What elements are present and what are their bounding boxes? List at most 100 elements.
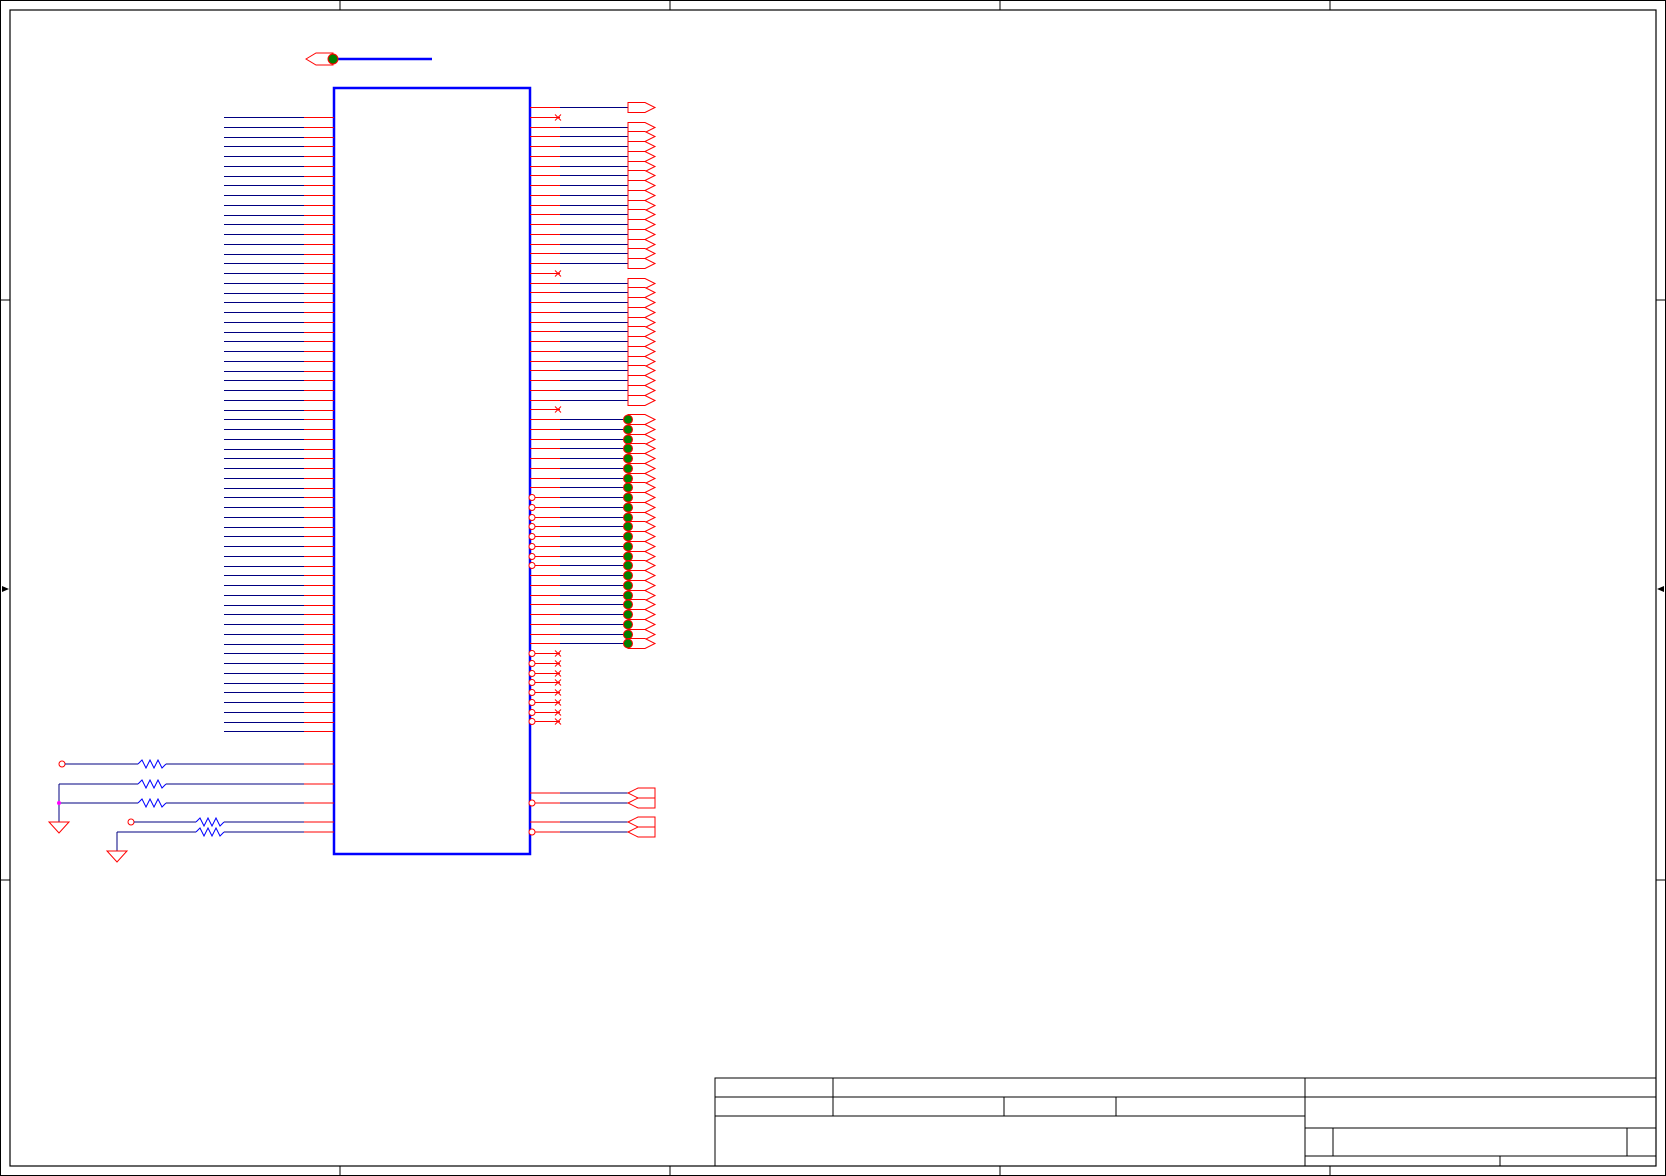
test-point-icon (623, 541, 633, 552)
right-pin (530, 170, 657, 181)
right-pin (530, 385, 657, 396)
port-icon (627, 209, 657, 220)
right-pin (530, 209, 657, 220)
right-pin (530, 336, 657, 347)
right-pin (530, 190, 657, 201)
right-pin (530, 570, 657, 581)
port-icon (627, 365, 657, 376)
test-point-icon (623, 570, 633, 581)
port-icon (627, 346, 657, 357)
no-connect-icon (530, 270, 562, 277)
right-pin (530, 307, 657, 318)
test-point-icon (623, 531, 633, 542)
no-connect-icon (528, 670, 562, 677)
ground-icon (105, 850, 129, 863)
no-connect-icon (528, 679, 562, 686)
right-pin (528, 541, 657, 552)
no-connect-icon (528, 718, 562, 725)
right-pin-group (528, 102, 657, 725)
right-pin (530, 395, 657, 406)
test-point-icon (623, 492, 633, 503)
test-point-icon (623, 629, 633, 640)
test-point-icon (623, 638, 633, 649)
right-pin (528, 560, 657, 571)
port-icon (627, 151, 657, 162)
test-point-icon (623, 551, 633, 562)
resistor-icon (137, 797, 167, 809)
test-point-icon (623, 414, 633, 425)
right-pin (530, 463, 657, 474)
right-pin (528, 492, 657, 503)
right-pin (530, 297, 657, 308)
test-point-icon (623, 521, 633, 532)
right-pin (530, 151, 657, 162)
resistor-icon (137, 778, 167, 790)
port-icon (627, 326, 657, 337)
test-point-icon (623, 512, 633, 523)
diff-port-group (528, 787, 656, 838)
right-pin (530, 365, 657, 376)
schematic-canvas (0, 0, 1666, 1176)
resistor-icon (137, 758, 167, 770)
right-pin (530, 346, 657, 357)
right-pin (530, 180, 657, 191)
right-pin (530, 424, 657, 435)
title-block (714, 1077, 1657, 1167)
port-icon (627, 297, 657, 308)
no-connect-icon (528, 660, 562, 667)
test-point-icon (127, 818, 135, 826)
right-pin (530, 414, 657, 425)
no-connect-icon (528, 689, 562, 696)
test-point-icon (623, 502, 633, 513)
no-connect-icon (528, 699, 562, 706)
right-pin (528, 521, 657, 532)
right-pin (530, 599, 657, 610)
top-bus (305, 52, 432, 66)
right-pin (530, 453, 657, 464)
test-point-icon (623, 482, 633, 493)
port-icon (627, 219, 657, 230)
right-pin (530, 141, 657, 152)
test-point-icon (623, 599, 633, 610)
right-pin (530, 482, 657, 493)
right-pin (530, 258, 657, 269)
center-arrows (2, 586, 1664, 592)
test-point-icon (623, 560, 633, 571)
right-pin (530, 219, 657, 230)
right-pin (530, 248, 657, 259)
test-point-icon (623, 590, 633, 601)
test-point-icon (623, 443, 633, 454)
port-icon (627, 395, 657, 406)
right-pin (530, 443, 657, 454)
right-pin (530, 326, 657, 337)
port-icon (627, 248, 657, 259)
no-connect-icon (528, 709, 562, 716)
no-connect-icon (528, 650, 562, 657)
no-connect-icon (530, 406, 562, 413)
right-pin (530, 638, 657, 649)
right-pin (530, 287, 657, 298)
test-point-icon (623, 580, 633, 591)
port-icon (627, 131, 657, 142)
test-point-icon (623, 434, 633, 445)
test-point-icon (623, 463, 633, 474)
ic-body[interactable] (332, 86, 532, 856)
port-icon (627, 190, 657, 201)
port-icon (626, 787, 656, 838)
test-point-icon (623, 453, 633, 464)
port-icon (627, 385, 657, 396)
port-icon (627, 170, 657, 181)
test-point-icon (623, 619, 633, 630)
right-pin (530, 580, 657, 591)
right-pin (528, 531, 657, 542)
right-pin (530, 619, 657, 630)
port-icon (627, 141, 657, 152)
test-point-icon (623, 473, 633, 484)
port-icon (627, 258, 657, 269)
left-pin-group (224, 117, 334, 732)
port-icon (627, 102, 657, 113)
port-icon (627, 287, 657, 298)
resistor-network (47, 758, 334, 863)
resistor-icon (195, 816, 225, 828)
right-pin (530, 102, 657, 113)
